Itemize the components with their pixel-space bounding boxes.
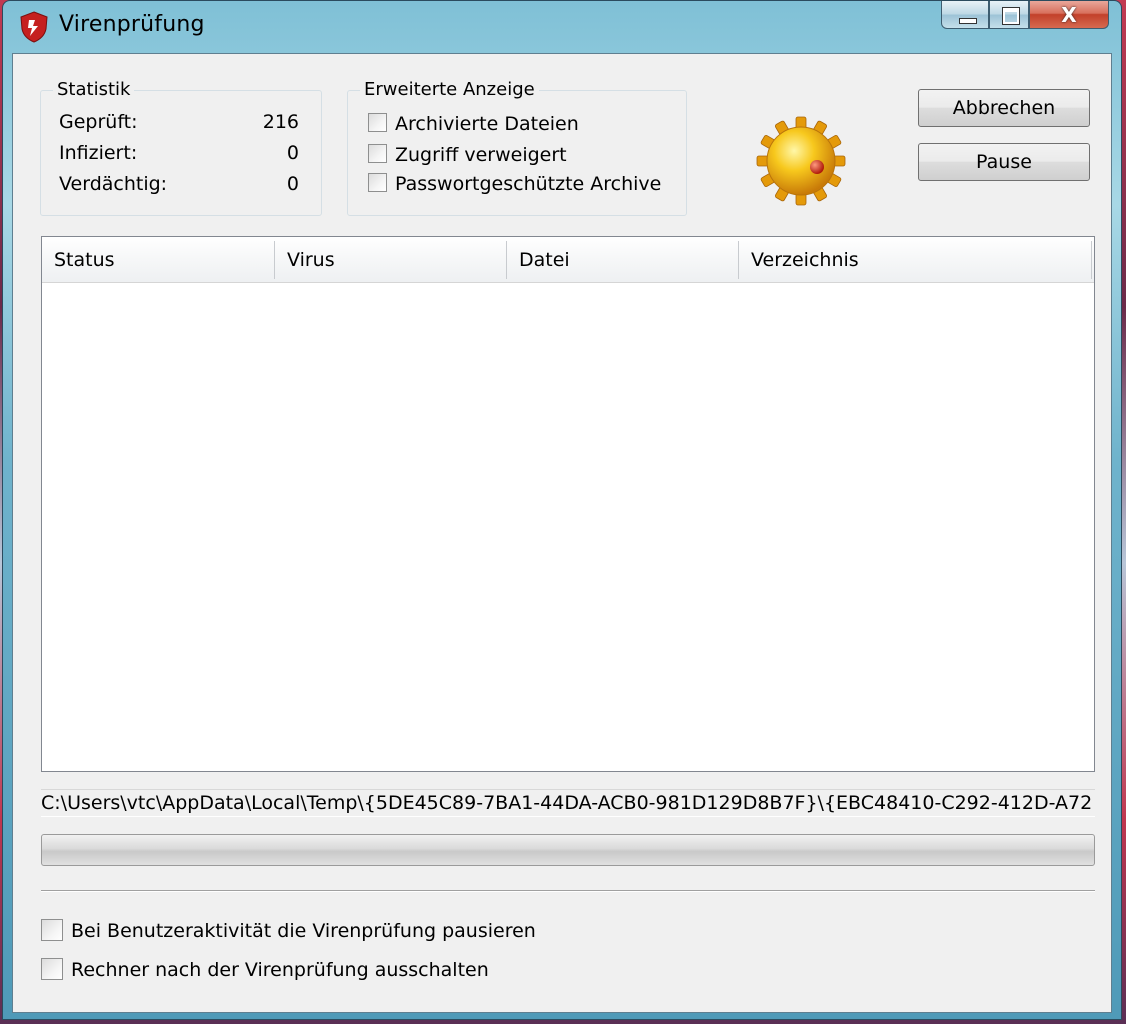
- list-header: Status Virus Datei Verzeichnis: [42, 237, 1094, 283]
- stat-value: 216: [262, 111, 299, 133]
- checkbox-label: Archivierte Dateien: [395, 113, 579, 135]
- maximize-icon: [1002, 7, 1020, 25]
- column-status[interactable]: Status: [42, 237, 274, 283]
- minimize-button[interactable]: [941, 1, 989, 29]
- statistik-group: Statistik Geprüft: 216 Infiziert: 0 Verd…: [40, 79, 322, 216]
- caption-buttons: X: [941, 1, 1109, 31]
- option-passwortgeschuetzte-archive[interactable]: Passwortgeschützte Archive: [368, 173, 661, 195]
- minimize-icon: [959, 18, 977, 24]
- stat-label: Infiziert:: [59, 142, 138, 164]
- column-virus[interactable]: Virus: [275, 237, 506, 283]
- abbrechen-button[interactable]: Abbrechen: [918, 89, 1090, 127]
- column-verzeichnis[interactable]: Verzeichnis: [739, 237, 1091, 283]
- option-shutdown-after-scan[interactable]: Rechner nach der Virenprüfung ausschalte…: [41, 957, 489, 982]
- checkbox[interactable]: [41, 957, 63, 980]
- maximize-button[interactable]: [989, 1, 1029, 29]
- checkbox-label: Zugriff verweigert: [395, 144, 567, 166]
- checkbox[interactable]: [368, 144, 387, 163]
- gear-sun-icon: [756, 116, 846, 206]
- divider: [41, 890, 1095, 892]
- client-area: Statistik Geprüft: 216 Infiziert: 0 Verd…: [12, 53, 1112, 1013]
- stat-label: Geprüft:: [59, 111, 138, 133]
- option-archivierte-dateien[interactable]: Archivierte Dateien: [368, 113, 579, 135]
- checkbox[interactable]: [41, 918, 63, 941]
- stat-value: 0: [286, 142, 299, 164]
- scan-window: Virenprüfung X Statistik Geprüft: 216 In…: [2, 0, 1122, 1020]
- checkbox-label: Rechner nach der Virenprüfung ausschalte…: [71, 959, 489, 981]
- stat-value: 0: [286, 173, 299, 195]
- option-zugriff-verweigert[interactable]: Zugriff verweigert: [368, 144, 567, 166]
- statistik-title: Statistik: [53, 79, 135, 100]
- column-divider[interactable]: [1091, 241, 1092, 279]
- shield-icon: [20, 11, 48, 43]
- checkbox[interactable]: [368, 173, 387, 192]
- title-bar[interactable]: Virenprüfung X: [3, 1, 1121, 53]
- erweiterte-anzeige-group: Erweiterte Anzeige Archivierte Dateien Z…: [347, 79, 687, 216]
- close-button[interactable]: X: [1029, 1, 1109, 29]
- checkbox-label: Passwortgeschützte Archive: [395, 173, 662, 195]
- close-icon: X: [1061, 3, 1077, 27]
- checkbox-label: Bei Benutzeraktivität die Virenprüfung p…: [71, 920, 536, 942]
- results-list[interactable]: Status Virus Datei Verzeichnis: [41, 236, 1095, 772]
- window-title: Virenprüfung: [59, 12, 205, 37]
- stat-label: Verdächtig:: [59, 173, 168, 195]
- pause-button[interactable]: Pause: [918, 143, 1090, 181]
- scan-progress-bar: [41, 834, 1095, 866]
- current-file-path: C:\Users\vtc\AppData\Local\Temp\{5DE45C8…: [41, 789, 1095, 817]
- checkbox[interactable]: [368, 113, 387, 132]
- option-pause-on-activity[interactable]: Bei Benutzeraktivität die Virenprüfung p…: [41, 918, 536, 943]
- column-datei[interactable]: Datei: [507, 237, 738, 283]
- erweiterte-anzeige-title: Erweiterte Anzeige: [360, 79, 539, 100]
